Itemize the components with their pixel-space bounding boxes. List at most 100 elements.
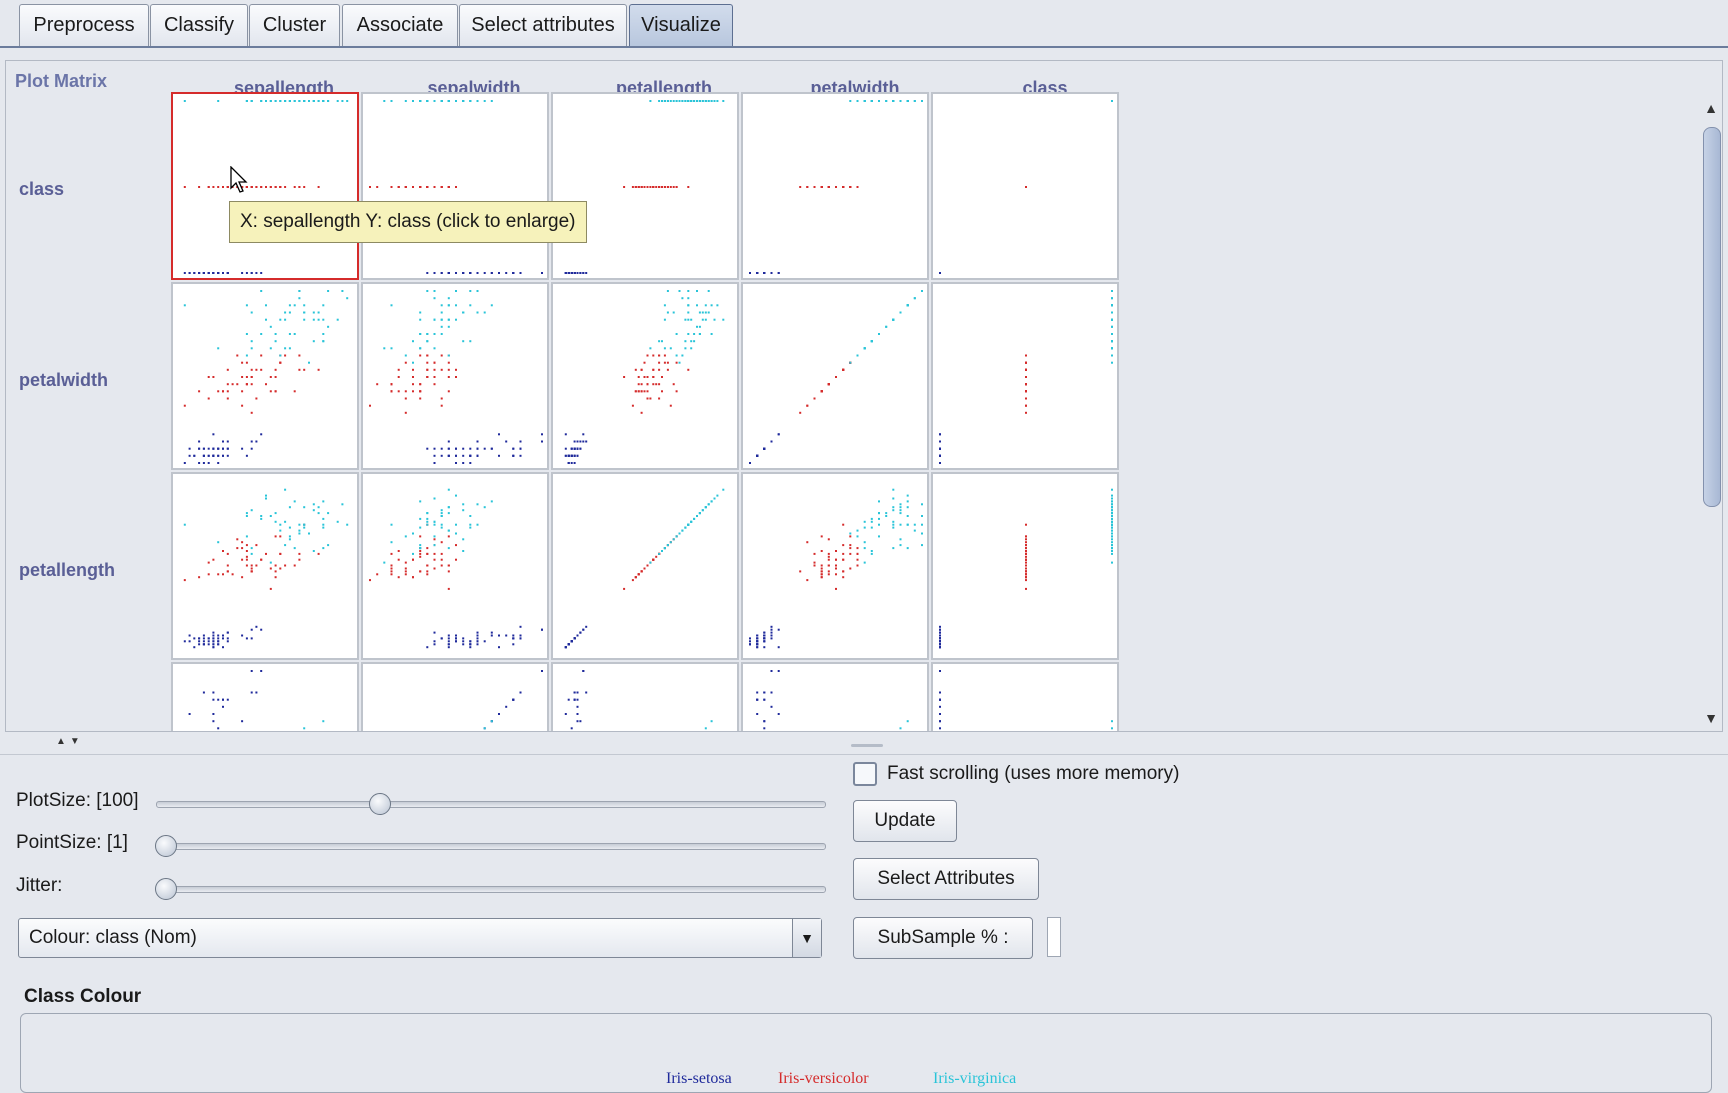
plot-point <box>799 186 802 188</box>
tab-select-attributes[interactable]: Select attributes <box>459 4 627 46</box>
plot-point <box>284 318 287 321</box>
tab-preprocess[interactable]: Preprocess <box>19 4 149 46</box>
colour-select[interactable]: Colour: class (Nom) ▼ <box>18 918 822 958</box>
plot-point <box>279 523 282 526</box>
point-size-slider-knob[interactable] <box>155 835 177 857</box>
plot-point <box>637 383 640 386</box>
scroll-up-arrow-icon[interactable]: ▲ <box>1700 97 1722 119</box>
plot-point <box>322 304 325 307</box>
scatter-cell-sepallength-vs-class[interactable] <box>171 92 359 280</box>
plot-point <box>269 587 272 590</box>
scatter-cell-class-vs-class[interactable] <box>931 92 1119 280</box>
plot-point <box>856 558 859 561</box>
plot-point <box>250 368 253 371</box>
plot-point <box>383 100 386 102</box>
plot-point <box>913 297 916 300</box>
class-legend-virginica[interactable]: Iris-virginica <box>933 1070 1016 1088</box>
plot-point <box>713 497 716 500</box>
scatter-cell-petallength-vs-petallength[interactable] <box>551 472 739 660</box>
select-attributes-button[interactable]: Select Attributes <box>853 858 1039 900</box>
plot-point <box>878 517 880 520</box>
plot-point <box>661 390 663 393</box>
scatter-cell-petallength-vs-class[interactable] <box>551 92 739 280</box>
scroll-down-arrow-icon[interactable]: ▼ <box>1700 707 1722 729</box>
scatter-cell-sepallength-vs-sepalwidth[interactable] <box>171 662 359 731</box>
scatter-cell-petallength-vs-petalwidth[interactable] <box>551 282 739 470</box>
plot-point <box>870 552 873 555</box>
plot-point <box>878 512 880 515</box>
plot-point <box>455 447 457 450</box>
scatter-cell-class-vs-petallength[interactable] <box>931 472 1119 660</box>
plot-point <box>505 634 508 637</box>
plot-point <box>404 354 407 357</box>
plot-point <box>707 311 710 314</box>
plot-size-slider[interactable] <box>156 793 826 815</box>
plot-point <box>649 186 652 188</box>
plot-point <box>579 720 582 723</box>
scatter-cell-class-vs-petalwidth[interactable] <box>931 282 1119 470</box>
plot-point <box>462 447 465 450</box>
tab-classify[interactable]: Classify <box>150 4 248 46</box>
scatter-cell-petalwidth-vs-class[interactable] <box>741 92 929 280</box>
jitter-slider[interactable] <box>155 878 826 900</box>
plot-point <box>226 186 229 188</box>
vertical-scrollbar[interactable]: ▲ ▼ <box>1700 97 1722 729</box>
plot-point <box>567 272 570 274</box>
plot-point <box>842 570 845 573</box>
plot-point <box>570 272 573 274</box>
plot-point <box>447 529 450 532</box>
plot-point <box>573 691 576 694</box>
splitter-grip[interactable] <box>851 744 883 747</box>
plot-point <box>1111 520 1113 523</box>
plot-size-slider-knob[interactable] <box>369 793 391 815</box>
plot-point <box>643 376 646 378</box>
scatter-cell-sepallength-vs-petalwidth[interactable] <box>171 282 359 470</box>
class-legend-setosa[interactable]: Iris-setosa <box>666 1070 732 1088</box>
tab-visualize[interactable]: Visualize <box>629 4 733 48</box>
splitter-arrows-icon[interactable]: ▲▼ <box>56 736 84 747</box>
plot-point <box>576 447 579 450</box>
plot-point <box>222 550 224 552</box>
scatter-cell-petalwidth-vs-sepalwidth[interactable] <box>741 662 929 731</box>
plot-point <box>274 576 277 579</box>
plot-point <box>582 670 585 672</box>
scatter-cell-sepalwidth-vs-class[interactable] <box>361 92 549 280</box>
scatter-cell-sepallength-vs-petallength[interactable] <box>171 472 359 660</box>
plot-point <box>279 100 282 102</box>
plot-point <box>412 390 414 393</box>
plot-point <box>892 547 895 550</box>
subsample-button[interactable]: SubSample % : <box>853 917 1033 959</box>
scatter-cell-petalwidth-vs-petallength[interactable] <box>741 472 929 660</box>
class-legend-versicolor[interactable]: Iris-versicolor <box>778 1070 869 1088</box>
update-button[interactable]: Update <box>853 800 957 842</box>
point-size-slider[interactable] <box>155 835 826 857</box>
scatter-cell-petallength-vs-sepalwidth[interactable] <box>551 662 739 731</box>
subsample-input[interactable] <box>1047 917 1061 957</box>
panel-splitter[interactable]: ▲▼ <box>0 736 1728 756</box>
plot-point <box>250 272 253 274</box>
scatter-cell-sepalwidth-vs-sepalwidth[interactable] <box>361 662 549 731</box>
scatter-cell-petalwidth-vs-petalwidth[interactable] <box>741 282 929 470</box>
plot-point <box>419 550 422 552</box>
plot-point <box>1025 383 1027 386</box>
plot-point <box>279 529 282 532</box>
plot-point <box>455 290 457 292</box>
plot-point <box>906 523 909 526</box>
plot-point <box>541 272 543 274</box>
plot-point <box>193 272 196 274</box>
plot-point <box>217 347 220 350</box>
jitter-slider-knob[interactable] <box>155 878 177 900</box>
scatter-cell-sepalwidth-vs-petalwidth[interactable] <box>361 282 549 470</box>
tab-cluster[interactable]: Cluster <box>249 4 340 46</box>
fast-scrolling-checkbox[interactable] <box>853 762 877 786</box>
plot-point <box>770 670 773 672</box>
plot-point <box>1025 576 1027 579</box>
scatter-cell-class-vs-sepalwidth[interactable] <box>931 662 1119 731</box>
tab-associate[interactable]: Associate <box>342 4 458 46</box>
scrollbar-thumb[interactable] <box>1703 127 1721 507</box>
plot-point <box>681 354 684 357</box>
plot-point <box>1025 579 1027 582</box>
scatter-cell-sepalwidth-vs-petallength[interactable] <box>361 472 549 660</box>
chevron-down-icon[interactable]: ▼ <box>792 919 821 957</box>
plot-point <box>870 340 873 343</box>
